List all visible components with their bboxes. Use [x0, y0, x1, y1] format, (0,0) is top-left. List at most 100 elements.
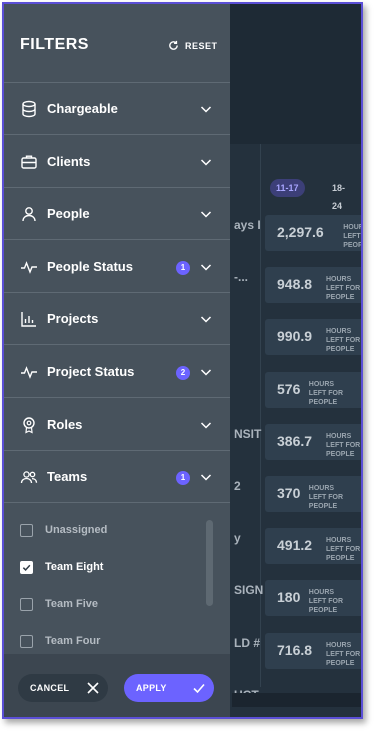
week-chip-active[interactable]: 11-17: [270, 179, 305, 197]
capacity-cell[interactable]: 948.8 HOURS LEFT FOR PEOPLE: [265, 267, 361, 304]
hours-unit: HOURS LEFT FOR PEOPLE: [343, 224, 363, 249]
count-badge: 1: [176, 471, 190, 486]
filter-item-teams[interactable]: Teams 1: [4, 451, 230, 504]
capacity-cell[interactable]: 990.9 HOURS LEFT FOR PEOPLE: [265, 319, 361, 356]
chevron-down-icon[interactable]: [200, 208, 212, 220]
chevron-down-icon[interactable]: [200, 366, 212, 378]
hours-value: 491.2: [277, 537, 313, 554]
hours-unit: HOURS LEFT FOR PEOPLE: [326, 641, 361, 667]
team-option-label: Team Four: [45, 635, 101, 647]
capacity-cell[interactable]: 370 HOURS LEFT FOR PEOPLE: [265, 476, 361, 512]
drawer-header: FILTERS RESET: [4, 4, 230, 83]
row-label-fragment: ays I: [234, 218, 261, 232]
activity-icon: [21, 366, 37, 379]
filter-item-label: People: [47, 206, 90, 222]
chevron-down-icon[interactable]: [200, 103, 212, 115]
row-label-fragment: 2: [234, 479, 241, 493]
team-option-team-eight[interactable]: Team Eight: [20, 557, 103, 577]
hours-unit: HOURS LEFT FOR PEOPLE: [326, 537, 361, 563]
count-badge: 1: [176, 260, 190, 275]
checkbox[interactable]: [20, 523, 33, 537]
capacity-cell[interactable]: 180 HOURS LEFT FOR PEOPLE: [265, 580, 361, 617]
hours-unit: HOURS LEFT FOR PEOPLE: [308, 589, 344, 615]
row-label-fragment: -...: [234, 270, 248, 285]
filter-item-label: Clients: [47, 153, 91, 169]
capacity-cell[interactable]: 2,297.6 HOURS LEFT FOR PEOPLE: [265, 215, 363, 251]
close-icon: [87, 682, 99, 694]
checkbox[interactable]: [20, 560, 33, 574]
filter-item-roles[interactable]: Roles: [4, 399, 230, 451]
filters-drawer: FILTERS RESET Chargeable Clients People Peo…: [4, 4, 230, 717]
filter-item-label: People Status: [47, 258, 133, 274]
teams-option-list: Unassigned Team Eight Team Five Team Four: [4, 502, 230, 654]
week-chip[interactable]: 18-24: [326, 179, 361, 211]
team-option-label: Team Five: [45, 598, 98, 610]
row-label-fragment: NSIT: [234, 426, 262, 441]
cancel-label: CANCEL: [30, 683, 70, 693]
filter-item-label: Teams: [47, 469, 88, 485]
team-option-team-four[interactable]: Team Four: [20, 631, 100, 651]
group-icon: [20, 471, 38, 484]
team-option-label: Team Eight: [45, 561, 104, 573]
chevron-down-icon[interactable]: [200, 313, 212, 325]
filter-item-people[interactable]: People: [4, 188, 230, 241]
activity-icon: [21, 260, 37, 274]
chevron-down-icon[interactable]: [200, 471, 212, 483]
reset-label: RESET: [185, 40, 218, 51]
options-scrollbar[interactable]: [206, 520, 213, 606]
filter-item-label: Chargeable: [47, 101, 118, 116]
drawer-title: FILTERS: [20, 36, 89, 53]
hours-value: 370: [277, 485, 301, 501]
filter-item-label: Project Status: [47, 364, 135, 379]
hours-value: 576: [277, 380, 301, 397]
chevron-down-icon[interactable]: [200, 156, 212, 168]
capacity-cell[interactable]: 386.7 HOURS LEFT FOR PEOPLE: [265, 423, 361, 460]
briefcase-icon: [21, 155, 37, 169]
checkbox[interactable]: [20, 597, 33, 611]
hours-value: 2,297.6: [277, 224, 324, 240]
hours-value: 386.7: [277, 432, 313, 449]
hours-value: 180: [277, 589, 301, 606]
row-label-fragment: LD #: [234, 635, 261, 650]
cancel-button[interactable]: CANCEL: [18, 674, 108, 702]
team-option-label: Unassigned: [45, 524, 108, 536]
filter-item-clients[interactable]: Clients: [4, 136, 230, 188]
hours-value: 948.8: [277, 276, 313, 293]
check-icon: [193, 683, 205, 694]
checkbox[interactable]: [20, 634, 33, 648]
chevron-down-icon[interactable]: [200, 419, 212, 431]
badge-icon: [23, 416, 35, 434]
chevron-down-icon[interactable]: [200, 261, 212, 273]
capacity-cell[interactable]: 716.8 HOURS LEFT FOR PEOPLE: [265, 632, 361, 669]
filter-item-people-status[interactable]: People Status 1: [4, 241, 230, 293]
bar-chart-icon: [21, 312, 36, 328]
hours-value: 990.9: [277, 328, 313, 345]
apply-label: APPLY: [136, 683, 167, 693]
filter-item-projects[interactable]: Projects: [4, 293, 230, 346]
team-option-unassigned[interactable]: Unassigned: [20, 520, 107, 540]
hours-unit: HOURS LEFT FOR PEOPLE: [326, 276, 361, 302]
hours-value: 716.8: [277, 641, 313, 658]
reset-button[interactable]: RESET: [168, 40, 218, 51]
filter-item-chargeable[interactable]: Chargeable: [4, 83, 230, 135]
refresh-icon: [169, 40, 178, 50]
hours-unit: HOURS LEFT FOR PEOPLE: [308, 380, 344, 406]
row-label-fragment: SIGN: [234, 583, 264, 598]
horizontal-scrollbar[interactable]: [232, 693, 361, 707]
apply-button[interactable]: APPLY: [124, 674, 214, 702]
check-icon: [22, 564, 31, 571]
database-icon: [22, 100, 36, 118]
person-icon: [22, 207, 36, 222]
team-option-team-five[interactable]: Team Five: [20, 594, 98, 614]
row-label-fragment: y: [234, 531, 241, 546]
drawer-footer: CANCEL APPLY: [4, 654, 230, 717]
hours-unit: HOURS LEFT FOR PEOPLE: [308, 485, 344, 510]
capacity-cell[interactable]: 576 HOURS LEFT FOR PEOPLE: [265, 371, 361, 408]
hours-unit: HOURS LEFT FOR PEOPLE: [326, 328, 361, 354]
filter-item-label: Projects: [47, 311, 99, 327]
capacity-cell[interactable]: 491.2 HOURS LEFT FOR PEOPLE: [265, 528, 361, 565]
hours-unit: HOURS LEFT FOR PEOPLE: [326, 432, 361, 458]
app-frame: 11-17 18-24 2,297.6 HOURS LEFT FOR PEOPLE…: [2, 2, 363, 719]
filter-item-project-status[interactable]: Project Status 2: [4, 346, 230, 398]
filter-item-label: Roles: [47, 416, 83, 432]
